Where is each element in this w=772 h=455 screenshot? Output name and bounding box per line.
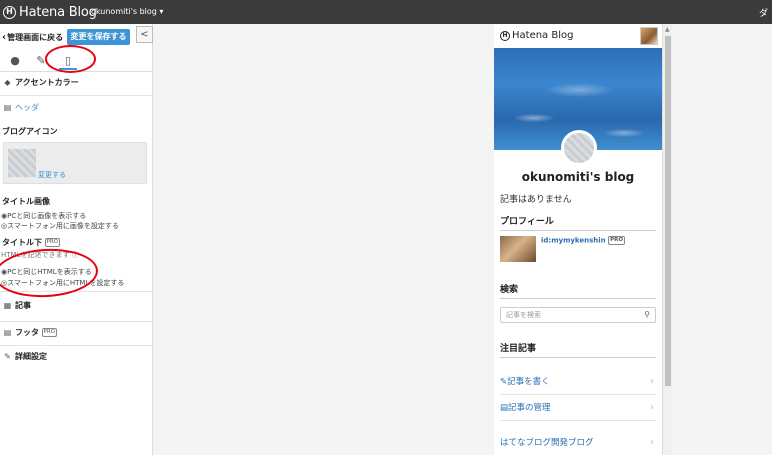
accent-color-label: アクセントカラー [15, 78, 79, 87]
profile-heading: プロフィール [500, 214, 656, 231]
preview-header: H Hatena Blog [494, 24, 662, 48]
no-articles-text: 記事はありません [500, 195, 572, 205]
preview-logo[interactable]: H Hatena Blog [500, 30, 573, 41]
wrench-icon: ✎ [4, 352, 11, 361]
manage-articles-link[interactable]: ▤記事の管理 › [500, 395, 656, 421]
below-title-heading: タイトル下 PRO [2, 238, 61, 247]
topbar-right-text[interactable]: ダ [759, 6, 768, 19]
article-icon: ▦ [3, 301, 12, 310]
search-heading: 検索 [500, 282, 656, 299]
blog-icon [561, 130, 597, 166]
chevron-left-icon: ‹ [2, 32, 7, 43]
collapse-sidebar-button[interactable]: < [136, 26, 153, 43]
blog-title[interactable]: okunomiti's blog [494, 170, 662, 184]
back-to-admin-button[interactable]: ‹ 管理画面に戻る [2, 30, 63, 45]
header-label: ヘッダ [15, 103, 39, 112]
red-annotation-circle-tab [45, 45, 96, 73]
chevron-right-icon: › [650, 437, 654, 448]
hatena-logo-icon: H [3, 5, 16, 19]
design-sidebar: ‹ 管理画面に戻る 変更を保存する < ● ✎ ▯ ◆ アクセントカラー ▤ ヘッダ… [0, 24, 153, 455]
hatena-blog-logo[interactable]: H Hatena Blog [3, 4, 97, 20]
dev-blog-link[interactable]: はてなブログ開発ブログ › [500, 430, 656, 455]
change-icon-link[interactable]: 変更する [38, 170, 66, 180]
pro-badge: PRO [44, 238, 61, 247]
footer-icon: ▤ [3, 328, 12, 337]
title-image-heading: タイトル画像 [2, 197, 50, 206]
palette-icon[interactable]: ● [6, 52, 24, 70]
scroll-up-icon[interactable]: ▲ [665, 26, 670, 33]
accent-color-row[interactable]: ◆ アクセントカラー [0, 76, 153, 96]
blog-selector[interactable]: okunomiti's blog ▾ [91, 7, 163, 16]
smartphone-preview: H Hatena Blog okunomiti's blog 記事はありません … [494, 24, 662, 455]
pro-badge: PRO [41, 328, 58, 337]
profile-image[interactable] [500, 236, 536, 262]
preview-scrollbar[interactable]: ▲ [662, 24, 672, 455]
blog-icon-thumbnail [8, 149, 36, 177]
featured-heading: 注目記事 [500, 341, 656, 358]
header-icon: ▤ [3, 103, 12, 112]
advanced-settings-row[interactable]: ✎ 詳細設定 [0, 351, 153, 362]
logo-text: Hatena Blog [19, 4, 97, 20]
search-icon[interactable]: ⚲ [644, 308, 650, 322]
title-image-option-pc[interactable]: ◉PCと同じ画像を表示する [0, 211, 153, 221]
chevron-right-icon: › [650, 376, 654, 387]
title-image-option-sp[interactable]: ◎スマートフォン用に画像を設定する [0, 221, 153, 231]
hatena-logo-icon: H [500, 30, 510, 41]
pro-badge: PRO [608, 236, 626, 245]
paint-bucket-icon: ◆ [4, 78, 11, 87]
blog-icon-heading: ブログアイコン [2, 127, 58, 136]
profile-id[interactable]: id:mymykenshin PRO [541, 236, 626, 245]
header-row[interactable]: ▤ ヘッダ [0, 102, 153, 113]
preview-logo-text: Hatena Blog [512, 30, 574, 41]
avatar[interactable] [640, 27, 658, 45]
back-label: 管理画面に戻る [7, 33, 64, 42]
search-input[interactable]: 記事を検索 ⚲ [500, 307, 656, 323]
preview-area [153, 24, 772, 455]
write-article-link[interactable]: ✎記事を書く › [500, 369, 656, 395]
article-row[interactable]: ▦ 記事 [0, 298, 153, 322]
scrollbar-thumb[interactable] [665, 36, 671, 386]
save-changes-button[interactable]: 変更を保存する [67, 29, 130, 45]
top-bar: H Hatena Blog okunomiti's blog ▾ ダ [0, 0, 772, 24]
footer-row[interactable]: ▤ フッタ PRO [0, 322, 153, 346]
blog-icon-box: 変更する [3, 142, 147, 184]
chevron-right-icon: › [650, 402, 654, 413]
